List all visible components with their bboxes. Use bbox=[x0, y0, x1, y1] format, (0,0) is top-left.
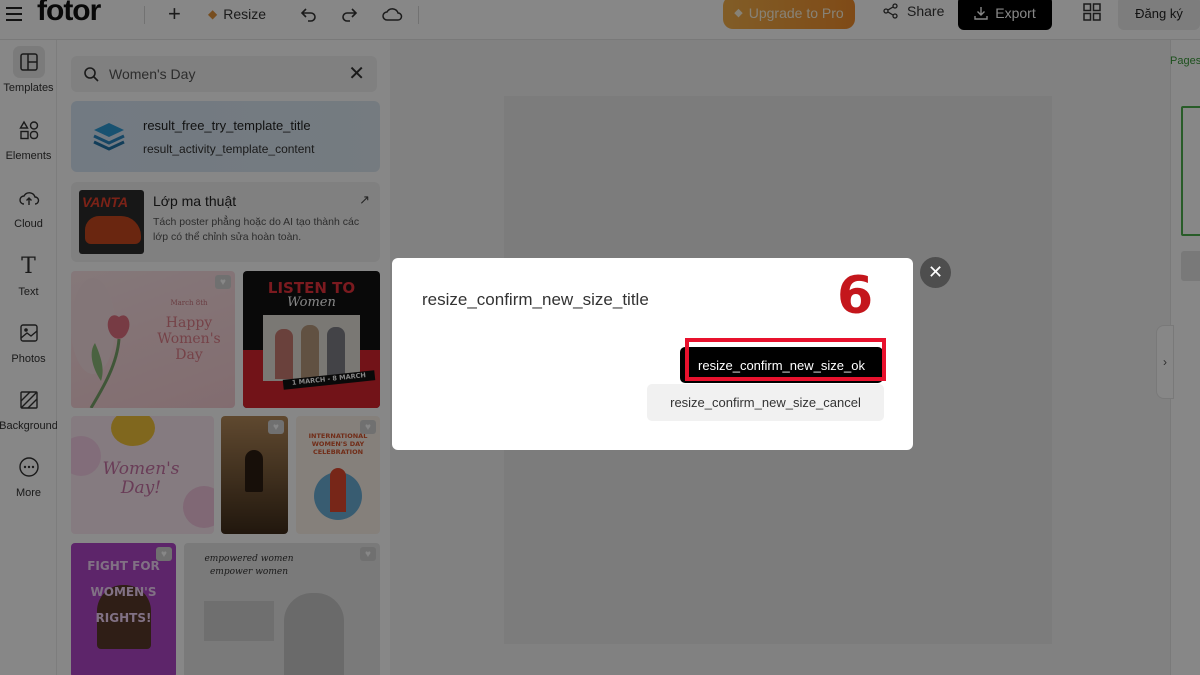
close-dialog-icon[interactable]: ✕ bbox=[920, 257, 951, 288]
step-number-annotation: 6 bbox=[837, 266, 874, 326]
dialog-title: resize_confirm_new_size_title bbox=[422, 290, 649, 309]
confirm-ok-button[interactable]: resize_confirm_new_size_ok bbox=[680, 347, 883, 383]
resize-confirm-dialog: resize_confirm_new_size_title 6 resize_c… bbox=[392, 258, 913, 450]
cancel-button[interactable]: resize_confirm_new_size_cancel bbox=[647, 384, 884, 421]
